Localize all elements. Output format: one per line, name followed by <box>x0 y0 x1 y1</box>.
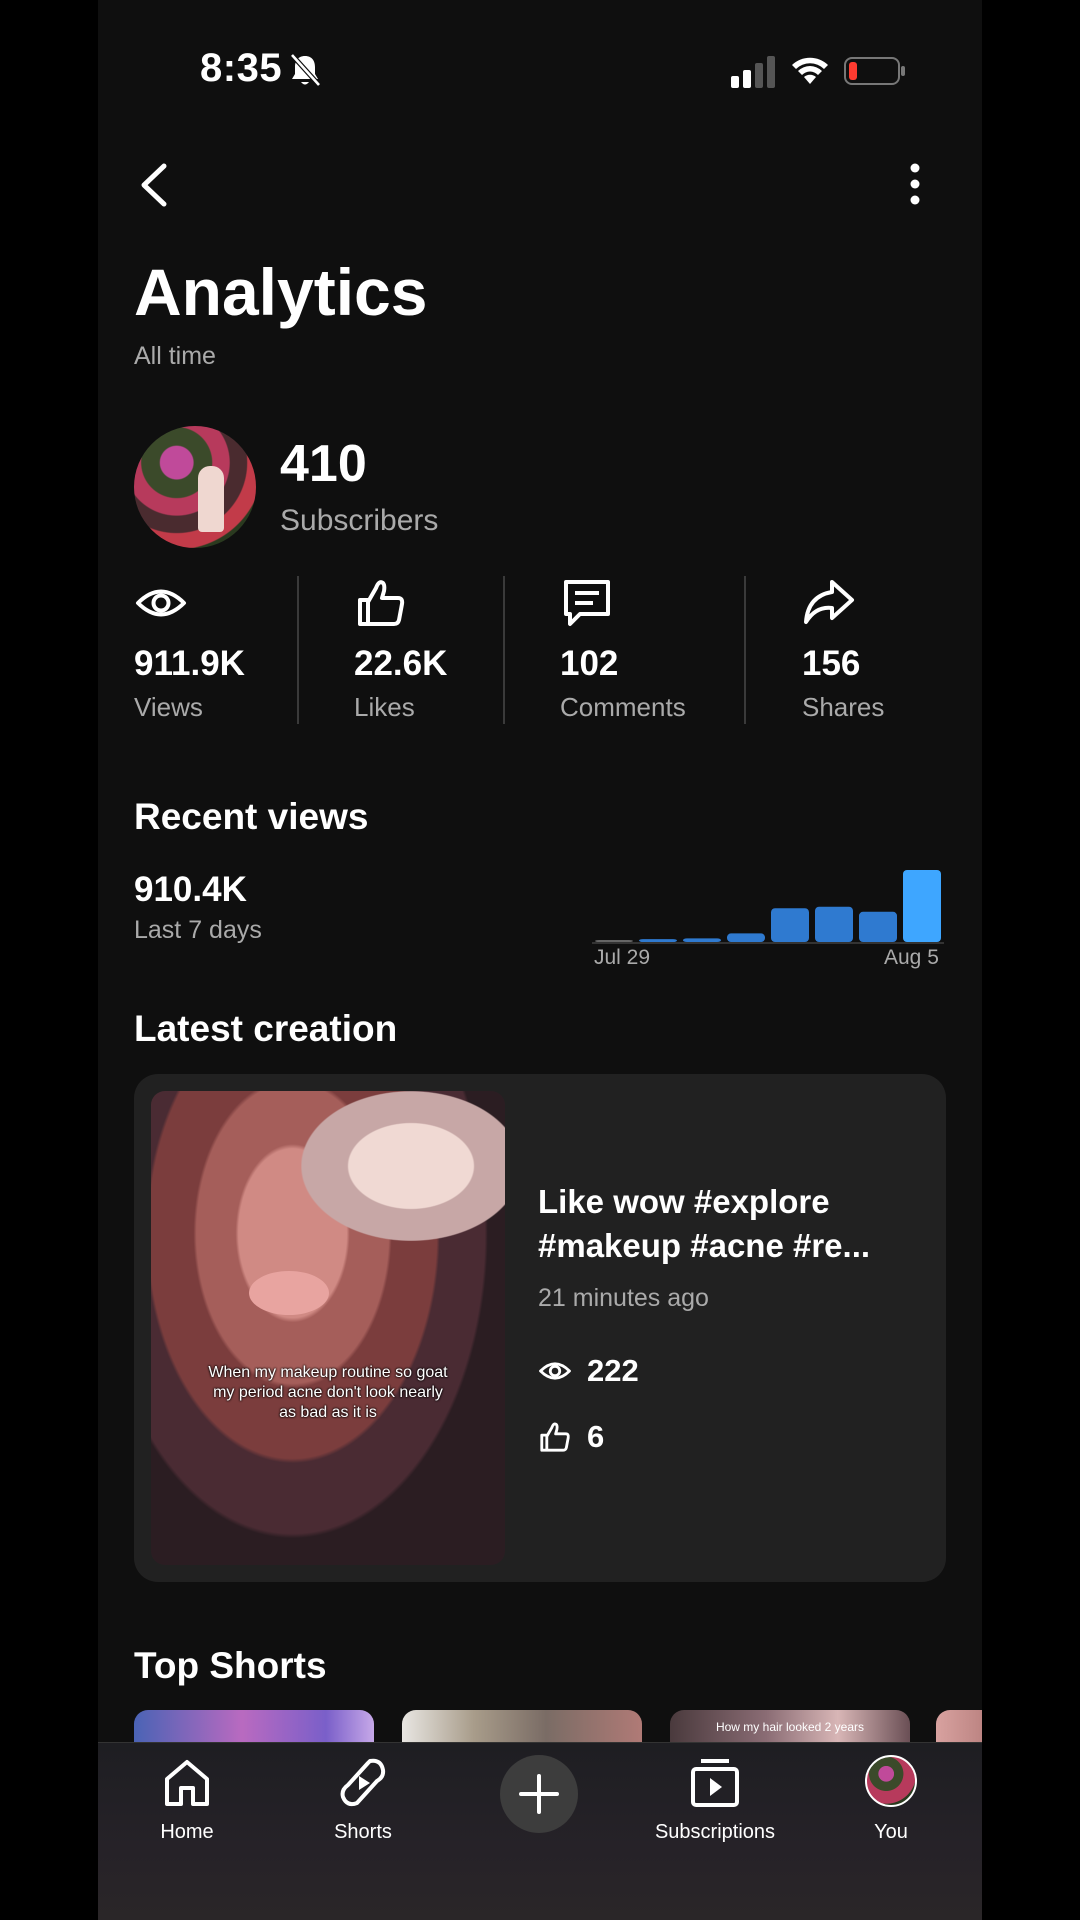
stat-value: 102 <box>560 644 619 683</box>
thumbnail-detail <box>301 1091 505 1241</box>
chart-bar-jul-29 <box>595 940 633 942</box>
recent-views-period: Last 7 days <box>134 916 262 944</box>
stat-label: Comments <box>560 692 686 722</box>
chart-bar-aug-1 <box>727 933 765 942</box>
nav-shorts[interactable]: Shorts <box>288 1743 438 1853</box>
stat-value: 911.9K <box>134 644 245 683</box>
cellular-signal-icon <box>731 56 775 88</box>
nav-you-label: You <box>874 1821 908 1843</box>
chart-bar-jul-30 <box>639 939 677 942</box>
eye-icon <box>539 1362 571 1380</box>
nav-home-label: Home <box>160 1821 214 1843</box>
latest-creation-card[interactable]: When my makeup routine so goat my period… <box>134 1074 946 1582</box>
thumbs-up-icon <box>358 580 405 626</box>
thumbnail-caption: When my makeup routine so goat my period… <box>208 1364 448 1421</box>
phone-screen: 8:35 Analytics All time 410 Subscribers <box>98 0 982 1920</box>
stat-value: 22.6K <box>354 644 448 683</box>
home-icon <box>165 1760 209 1806</box>
short-caption: How my hair looked 2 years <box>715 1720 865 1734</box>
video-views: 222 <box>538 1351 639 1391</box>
nav-subscriptions[interactable]: Subscriptions <box>640 1743 790 1853</box>
bottom-navigation: Home Shorts Subscriptions You <box>98 1742 982 1920</box>
more-options-icon[interactable] <box>904 162 926 206</box>
video-title[interactable]: Like wow #explore #makeup #acne #re... <box>538 1180 918 1268</box>
create-button[interactable] <box>500 1755 578 1833</box>
eye-icon <box>136 589 186 617</box>
video-likes: 6 <box>538 1417 604 1457</box>
divider <box>297 576 299 724</box>
chart-bar-aug-2 <box>771 908 809 942</box>
status-time: 8:35 <box>200 46 283 90</box>
subscriber-label: Subscribers <box>280 504 439 537</box>
battery-low-icon <box>844 57 905 85</box>
bell-muted-icon <box>290 53 321 87</box>
page-title: Analytics <box>134 255 428 329</box>
back-arrow-icon[interactable] <box>134 160 174 210</box>
date-range-label: All time <box>134 342 216 370</box>
chart-bar-aug-3 <box>815 906 853 942</box>
stat-label: Likes <box>354 692 415 722</box>
recent-views-title: Recent views <box>134 796 369 837</box>
divider <box>744 576 746 724</box>
divider <box>503 576 505 724</box>
wifi-icon <box>792 57 828 84</box>
nav-home[interactable]: Home <box>112 1743 262 1853</box>
nav-subscriptions-label: Subscriptions <box>654 1821 776 1843</box>
chart-bar-aug-4 <box>859 911 897 942</box>
plus-icon <box>519 1774 559 1814</box>
chart-bar-aug-5 <box>903 870 941 942</box>
subscriptions-icon <box>691 1759 739 1807</box>
channel-avatar <box>134 426 256 548</box>
thumbs-up-icon <box>540 1422 570 1452</box>
stat-shares: 156 Shares <box>802 576 884 722</box>
video-views-count: 222 <box>587 1353 639 1388</box>
chart-bar-jul-31 <box>683 938 721 942</box>
stat-label: Views <box>134 692 203 722</box>
you-avatar <box>865 1755 917 1807</box>
stat-likes: 22.6K Likes <box>354 576 447 722</box>
nav-shorts-label: Shorts <box>334 1821 392 1843</box>
video-upload-time: 21 minutes ago <box>538 1284 709 1312</box>
latest-creation-title: Latest creation <box>134 1008 398 1049</box>
shorts-icon <box>340 1758 386 1807</box>
subscriber-count: 410 <box>280 435 367 493</box>
top-shorts-title: Top Shorts <box>134 1645 327 1686</box>
video-likes-count: 6 <box>587 1419 605 1454</box>
stat-value: 156 <box>802 644 861 683</box>
stat-views: 911.9K Views <box>134 576 245 722</box>
x-tick-start: Jul 29 <box>594 946 651 969</box>
stat-label: Shares <box>802 692 885 722</box>
thumbnail-detail <box>249 1271 329 1315</box>
video-thumbnail[interactable]: When my makeup routine so goat my period… <box>151 1091 505 1565</box>
stat-comments: 102 Comments <box>560 576 686 722</box>
nav-you[interactable]: You <box>816 1743 966 1853</box>
share-icon <box>804 580 854 624</box>
x-tick-end: Aug 5 <box>884 946 939 969</box>
comment-icon <box>564 580 610 626</box>
recent-views-total: 910.4K <box>134 870 247 909</box>
